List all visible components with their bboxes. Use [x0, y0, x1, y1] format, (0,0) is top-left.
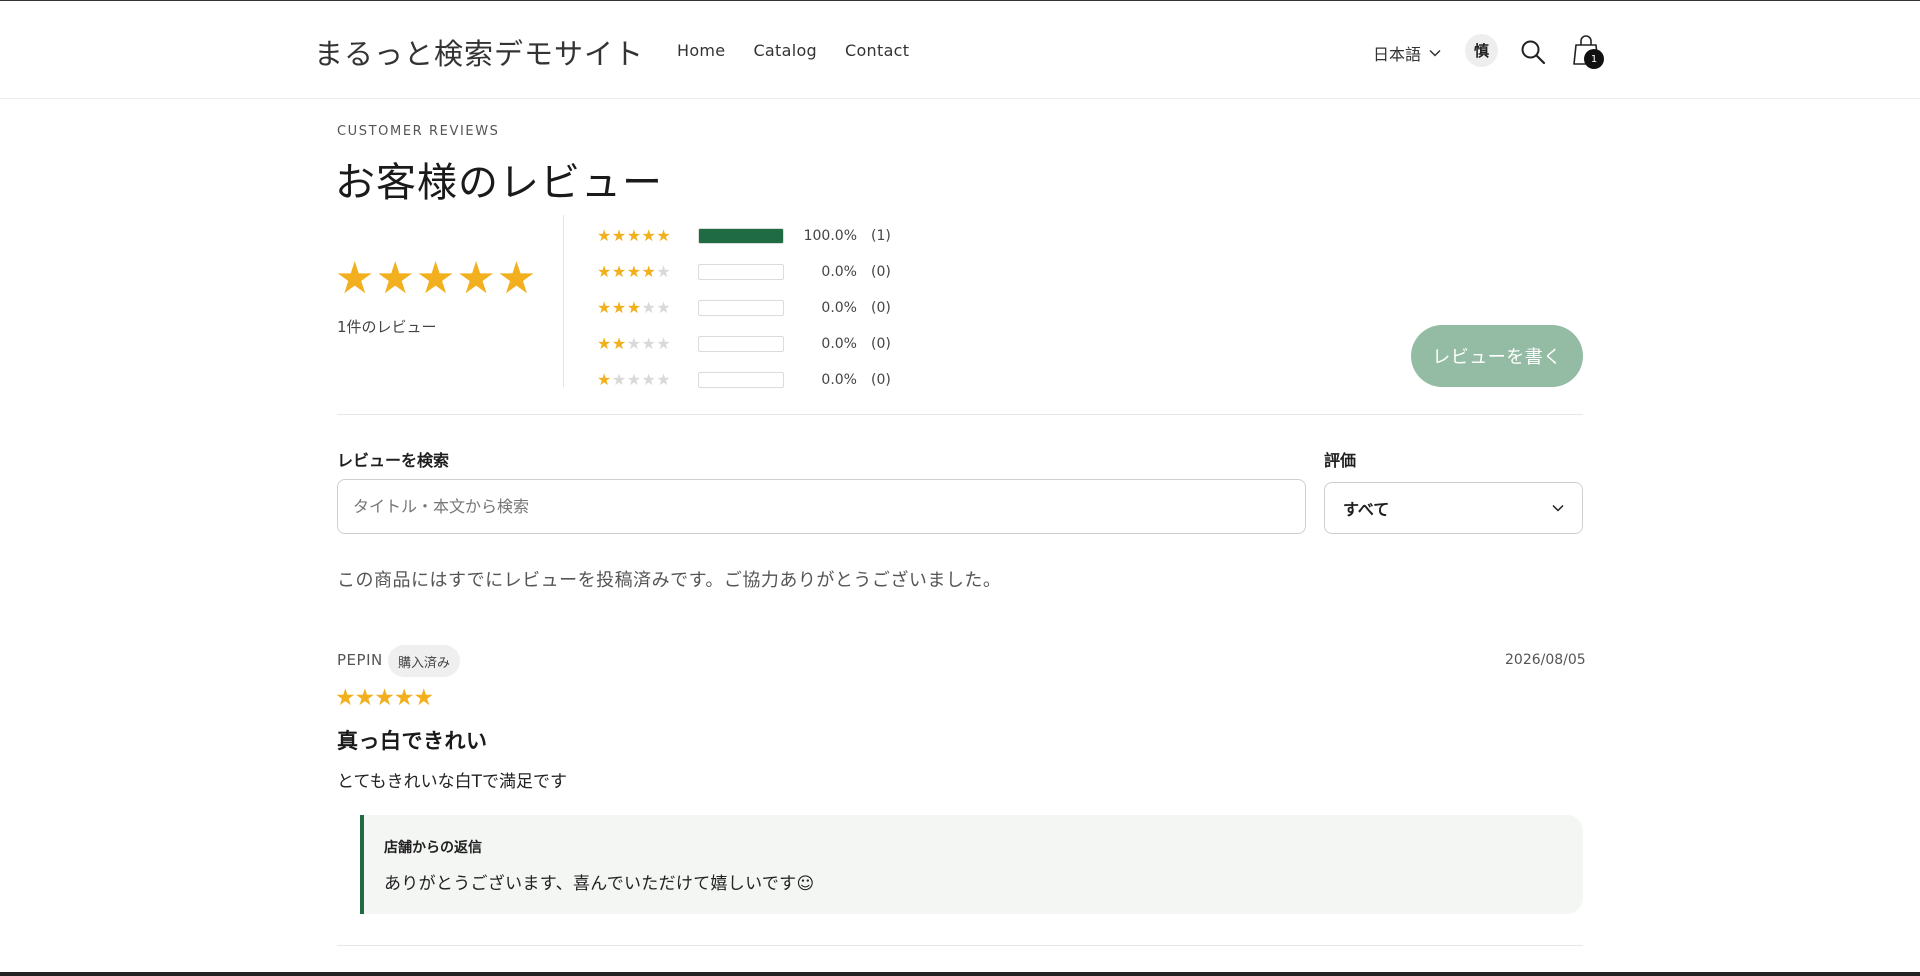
summary-rating-stars: ★★★★★ — [335, 253, 538, 304]
store-reply: 店舗からの返信 ありがとうございます、喜んでいただけて嬉しいです☺ — [360, 815, 1583, 914]
distribution-bar — [698, 372, 784, 388]
distribution-stars: ★★★★★ — [597, 370, 672, 389]
site-logo[interactable]: まるっと検索デモサイト — [314, 31, 644, 73]
review-body: とてもきれいな白Tで満足です — [337, 772, 568, 792]
main-nav: Home Catalog Contact — [677, 41, 909, 60]
distribution-percent: 0.0% — [821, 300, 857, 316]
distribution-row-3[interactable]: ★★★★★ 0.0% (0) — [597, 290, 891, 326]
reviewer-name: PEPIN — [337, 651, 383, 669]
account-avatar[interactable]: 慎 — [1465, 34, 1498, 67]
cart-count-badge: 1 — [1584, 49, 1604, 69]
distribution-percent: 0.0% — [821, 372, 857, 388]
store-reply-text: ありがとうございます、喜んでいただけて嬉しいです☺ — [384, 874, 815, 894]
chevron-down-icon — [1429, 49, 1441, 57]
review-title: 真っ白できれい — [337, 729, 488, 753]
rating-distribution: ★★★★★ 100.0% (1) ★★★★★ 0.0% (0) ★★★★★ 0.… — [597, 218, 891, 398]
distribution-count: (1) — [871, 228, 891, 244]
summary-divider — [563, 215, 564, 387]
rating-filter-label: 評価 — [1324, 451, 1357, 470]
distribution-row-1[interactable]: ★★★★★ 0.0% (0) — [597, 362, 891, 398]
write-review-button[interactable]: レビューを書く — [1411, 325, 1583, 387]
section-divider — [337, 414, 1583, 415]
review-search-input[interactable] — [337, 479, 1306, 534]
distribution-row-2[interactable]: ★★★★★ 0.0% (0) — [597, 326, 891, 362]
rating-filter-value: すべて — [1343, 500, 1390, 519]
distribution-stars: ★★★★★ — [597, 334, 672, 353]
distribution-row-4[interactable]: ★★★★★ 0.0% (0) — [597, 254, 891, 290]
nav-home[interactable]: Home — [677, 41, 725, 60]
distribution-bar — [698, 336, 784, 352]
distribution-bar-fill — [699, 229, 783, 243]
language-selector[interactable]: 日本語 — [1373, 41, 1441, 65]
page-title: お客様のレビュー — [335, 160, 663, 206]
distribution-count: (0) — [871, 300, 891, 316]
section-eyebrow: CUSTOMER REVIEWS — [337, 124, 500, 139]
nav-catalog[interactable]: Catalog — [753, 41, 817, 60]
distribution-count: (0) — [871, 336, 891, 352]
review-count: 1件のレビュー — [337, 318, 437, 336]
distribution-percent: 0.0% — [821, 264, 857, 280]
distribution-stars: ★★★★★ — [597, 226, 672, 245]
search-label: レビューを検索 — [337, 451, 450, 470]
verified-purchase-badge: 購入済み — [388, 645, 461, 677]
distribution-bar — [698, 228, 784, 244]
distribution-row-5[interactable]: ★★★★★ 100.0% (1) — [597, 218, 891, 254]
review-rating-stars: ★★★★★ — [335, 685, 434, 711]
language-label: 日本語 — [1373, 45, 1422, 64]
distribution-bar — [698, 264, 784, 280]
site-header: まるっと検索デモサイト Home Catalog Contact 日本語 慎 1 — [0, 1, 1920, 99]
rating-filter-select[interactable]: すべて — [1324, 482, 1583, 534]
distribution-count: (0) — [871, 372, 891, 388]
distribution-count: (0) — [871, 264, 891, 280]
distribution-bar — [698, 300, 784, 316]
chevron-down-icon — [1552, 504, 1564, 512]
review-date: 2026/08/05 — [1505, 652, 1586, 668]
distribution-percent: 100.0% — [803, 228, 857, 244]
window-bottom-border — [0, 972, 1920, 976]
distribution-percent: 0.0% — [821, 336, 857, 352]
review-divider — [337, 945, 1583, 946]
search-icon[interactable] — [1520, 39, 1546, 65]
nav-contact[interactable]: Contact — [845, 41, 909, 60]
store-reply-label: 店舗からの返信 — [384, 840, 482, 856]
already-reviewed-notice: この商品にはすでにレビューを投稿済みです。ご協力ありがとうございました。 — [337, 570, 1002, 591]
distribution-stars: ★★★★★ — [597, 262, 672, 281]
distribution-stars: ★★★★★ — [597, 298, 672, 317]
